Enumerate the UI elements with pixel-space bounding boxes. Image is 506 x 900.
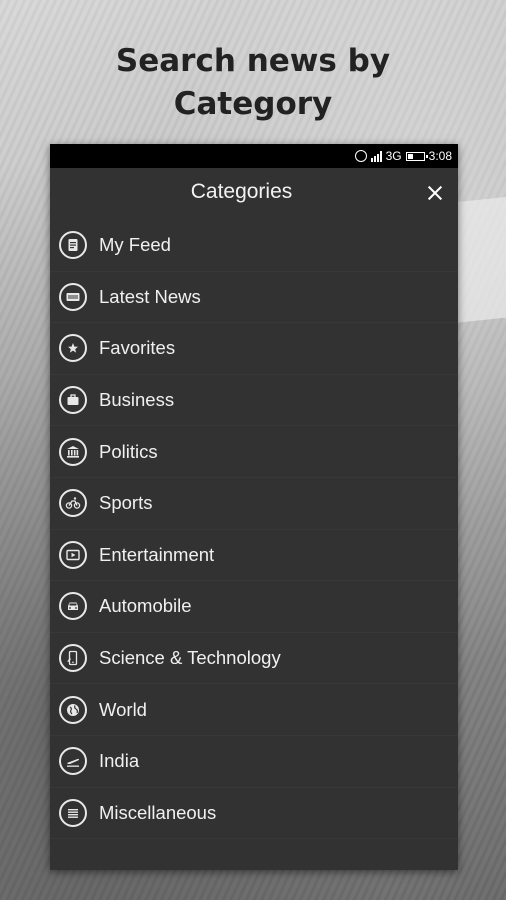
category-label: Politics xyxy=(99,440,158,462)
star-icon xyxy=(59,334,87,363)
category-label: India xyxy=(99,750,140,772)
category-label: Business xyxy=(99,389,175,411)
car-icon xyxy=(59,592,87,621)
play-video-icon xyxy=(59,540,87,569)
briefcase-icon xyxy=(59,386,87,415)
category-label: Favorites xyxy=(99,337,176,359)
category-label: Entertainment xyxy=(99,543,215,565)
category-item-latest-news[interactable]: Latest News xyxy=(50,272,458,324)
category-item-world[interactable]: World xyxy=(50,684,458,736)
network-type: 3G xyxy=(385,149,402,163)
category-label: Miscellaneous xyxy=(99,801,217,823)
close-icon[interactable] xyxy=(424,182,446,204)
status-time: 3:08 xyxy=(428,149,452,163)
category-label: Latest News xyxy=(99,285,201,307)
category-list: My Feed Latest News Favorites Business P… xyxy=(50,220,458,839)
promo-headline-line2: Category xyxy=(173,86,333,122)
status-bar: 3G 3:08 xyxy=(50,144,458,168)
category-item-automobile[interactable]: Automobile xyxy=(50,581,458,633)
category-label: My Feed xyxy=(99,234,171,256)
category-item-science-technology[interactable]: Science & Technology xyxy=(50,633,458,685)
category-item-entertainment[interactable]: Entertainment xyxy=(50,530,458,582)
category-label: Science & Technology xyxy=(99,647,281,669)
bicycle-icon xyxy=(59,489,87,518)
battery-icon xyxy=(405,151,428,161)
category-label: Sports xyxy=(99,492,153,514)
feed-icon xyxy=(59,231,87,260)
government-building-icon xyxy=(59,437,87,466)
alarm-icon xyxy=(354,150,367,162)
category-item-politics[interactable]: Politics xyxy=(50,426,458,478)
news-icon xyxy=(59,282,87,311)
category-item-my-feed[interactable]: My Feed xyxy=(50,220,458,272)
list-lines-icon xyxy=(59,798,87,827)
category-item-india[interactable]: India xyxy=(50,736,458,788)
drawer-title: Categories xyxy=(190,180,293,203)
phone-device-icon xyxy=(59,644,87,673)
airplane-icon xyxy=(59,747,87,776)
category-item-business[interactable]: Business xyxy=(50,375,458,427)
globe-icon xyxy=(59,695,87,724)
phone-screen: 3G 3:08 Categories My Feed Latest News F… xyxy=(50,144,458,870)
category-item-miscellaneous[interactable]: Miscellaneous xyxy=(50,788,458,840)
category-item-sports[interactable]: Sports xyxy=(50,478,458,530)
category-label: Automobile xyxy=(99,595,192,617)
category-item-favorites[interactable]: Favorites xyxy=(50,323,458,375)
signal-icon xyxy=(370,150,382,162)
promo-headline-line1: Search news by xyxy=(115,43,391,79)
category-label: World xyxy=(99,698,147,720)
